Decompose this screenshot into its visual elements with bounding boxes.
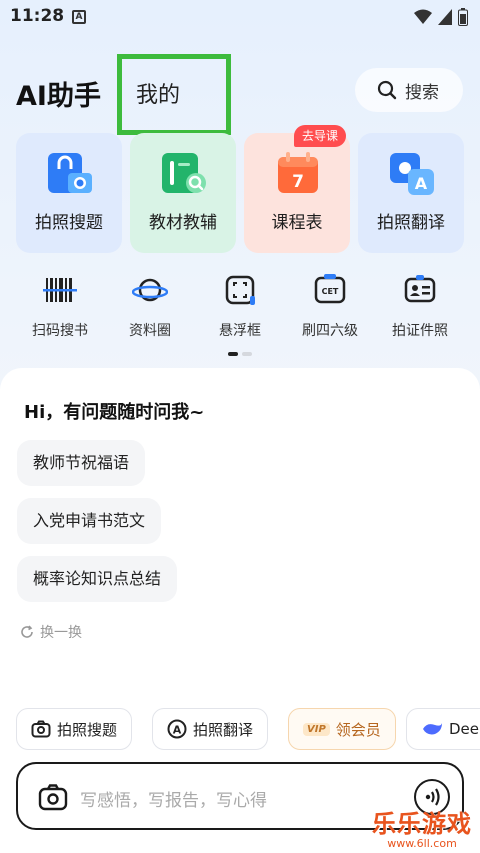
status-time: 11:28 (10, 6, 65, 26)
id-photo-icon (404, 275, 436, 303)
signal-icon (438, 9, 452, 25)
whale-icon (423, 723, 442, 735)
suggestion-chip[interactable]: 教师节祝福语 (17, 440, 146, 486)
watermark-main: 乐乐游戏 (372, 810, 472, 838)
camera-search-icon (48, 153, 92, 193)
photo-translate-icon: A (390, 153, 434, 195)
chip-photo-search[interactable]: 拍照搜题 (16, 708, 133, 750)
card-label: 拍照搜题 (35, 213, 103, 233)
chip-photo-translate[interactable]: A 拍照翻译 (152, 708, 269, 750)
planet-icon (131, 278, 169, 302)
tool-label: 悬浮框 (219, 323, 261, 339)
tool-scan-book[interactable]: 扫码搜书 (14, 272, 106, 340)
camera-icon[interactable] (38, 782, 68, 812)
search-icon (377, 80, 397, 100)
floating-frame-icon (225, 275, 255, 305)
barcode-icon (43, 278, 77, 302)
translate-icon: A (167, 719, 187, 739)
suggestion-chip[interactable]: 概率论知识点总结 (17, 556, 178, 602)
chip-label: 拍照搜题 (57, 720, 118, 739)
camera-icon (31, 720, 51, 738)
tool-label: 拍证件照 (392, 323, 448, 339)
chip-vip[interactable]: VIP 领会员 (288, 708, 396, 750)
status-icons (414, 8, 468, 26)
chat-input-placeholder[interactable]: 写感悟，写报告，写心得 (80, 786, 267, 811)
refresh-button[interactable]: 换一换 (20, 622, 82, 642)
page-dot-active (228, 352, 238, 356)
tool-id-photo[interactable]: 拍证件照 (374, 272, 466, 340)
chat-greeting: Hi，有问题随时问我~ (24, 402, 205, 423)
chip-deepseek[interactable]: Dee (406, 708, 480, 750)
card-schedule[interactable]: 7 课程表 (244, 133, 350, 253)
card-photo-translate[interactable]: A 拍照翻译 (358, 133, 464, 253)
vip-icon: VIP (303, 722, 330, 736)
refresh-label: 换一换 (40, 625, 82, 641)
app-title: AI助手 (16, 81, 101, 112)
wifi-icon (414, 9, 432, 24)
cet-icon: CET (314, 274, 346, 304)
schedule-badge: 去导课 (294, 125, 347, 147)
tool-label: 扫码搜书 (32, 323, 88, 339)
textbook-icon (162, 153, 206, 193)
tab-mine-label: 我的 (136, 83, 181, 108)
page-dot (242, 352, 252, 356)
svg-text:A: A (415, 174, 428, 193)
suggestion-chip[interactable]: 入党申请书范文 (17, 498, 162, 544)
chip-label: 领会员 (335, 720, 381, 739)
chip-label: Dee (449, 720, 480, 738)
tool-label: 刷四六级 (302, 323, 358, 339)
refresh-icon (21, 625, 33, 638)
search-label: 搜索 (405, 82, 439, 103)
notification-icon: A (72, 10, 86, 24)
tool-cet[interactable]: CET 刷四六级 (284, 272, 376, 340)
tool-resources[interactable]: 资料圈 (104, 272, 196, 340)
card-label: 教材教辅 (149, 213, 217, 233)
calendar-icon: 7 (278, 152, 318, 193)
battery-icon (458, 8, 468, 26)
watermark: 乐乐游戏 www.6ll.com (372, 804, 472, 850)
tool-label: 资料圈 (129, 323, 171, 339)
card-label: 拍照翻译 (377, 213, 445, 233)
tool-floating-frame[interactable]: 悬浮框 (194, 272, 286, 340)
cet-text: CET (322, 287, 339, 296)
status-bar: 11:28 A (0, 0, 480, 34)
svg-text:A: A (173, 724, 182, 737)
chip-label: 拍照翻译 (193, 720, 254, 739)
tab-mine[interactable]: 我的 (117, 54, 231, 135)
card-textbook[interactable]: 教材教辅 (130, 133, 236, 253)
page-indicator (228, 352, 252, 356)
calendar-day: 7 (292, 172, 304, 192)
card-photo-search[interactable]: 拍照搜题 (16, 133, 122, 253)
card-label: 课程表 (271, 213, 323, 233)
search-button[interactable]: 搜索 (355, 68, 463, 112)
